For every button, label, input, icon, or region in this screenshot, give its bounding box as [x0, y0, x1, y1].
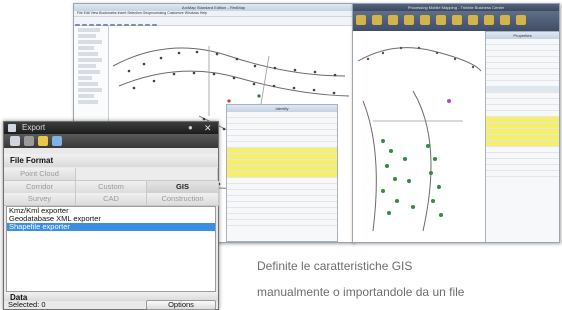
exporter-list[interactable]: Kmz/Kml exporter Geodatabase XML exporte… — [6, 206, 216, 292]
list-item-shapefile-exporter[interactable]: Shapefile exporter — [7, 223, 215, 231]
mapping-canvas[interactable] — [353, 31, 483, 242]
export-dialog-toolbar — [4, 134, 218, 148]
caption-line-2: manualmente o importandole da un file — [257, 285, 465, 299]
ribbon-icon[interactable] — [500, 15, 510, 25]
toolbar — [74, 17, 353, 29]
tab-point-cloud[interactable]: Point Cloud — [4, 168, 76, 181]
tab-empty-slot — [76, 168, 218, 181]
ribbon-icon[interactable] — [420, 15, 430, 25]
grid-icon[interactable] — [10, 136, 20, 146]
export-app-icon — [8, 124, 16, 132]
background-mapping-window: Processing Mobile Mapping - Trimble Busi… — [352, 3, 560, 243]
tab-survey[interactable]: Survey — [4, 193, 76, 206]
ribbon-icon[interactable] — [484, 15, 494, 25]
ribbon-icon[interactable] — [372, 15, 382, 25]
window-title: Processing Mobile Mapping - Trimble Busi… — [353, 4, 559, 11]
tab-construction[interactable]: Construction — [147, 193, 219, 206]
window-title: ArcMap Standard Edition - RedMap — [74, 4, 353, 11]
ribbon-icon[interactable] — [356, 15, 366, 25]
options-button[interactable]: Options — [146, 300, 216, 310]
ribbon-icon[interactable] — [468, 15, 478, 25]
ribbon-icon[interactable] — [404, 15, 414, 25]
file-format-heading: File Format — [4, 154, 218, 167]
ribbon-icon[interactable] — [436, 15, 446, 25]
tab-cad[interactable]: CAD — [76, 193, 147, 206]
ribbon-icon[interactable] — [516, 15, 526, 25]
identify-panel-title: Identify — [227, 105, 337, 112]
properties-panel-title: Properties — [486, 32, 559, 39]
close-icon[interactable]: ✕ — [204, 122, 212, 134]
properties-panel[interactable]: Properties — [485, 31, 559, 242]
identify-panel[interactable]: Identify — [226, 104, 338, 242]
point-cloud-icon[interactable] — [24, 136, 34, 146]
ribbon-icon[interactable] — [388, 15, 398, 25]
layers-icon[interactable] — [52, 136, 62, 146]
export-dialog-titlebar: Export ● ✕ — [4, 122, 218, 134]
export-dialog: Export ● ✕ File Format Point Cloud Corri… — [3, 121, 219, 310]
ribbon-icon[interactable] — [452, 15, 462, 25]
export-dialog-title: Export — [22, 123, 46, 132]
caption-line-1: Definite le caratteristiche GIS — [257, 259, 413, 273]
pin-icon[interactable]: ● — [188, 122, 193, 134]
pin-icon[interactable] — [38, 136, 48, 146]
ribbon-toolbar — [353, 11, 559, 31]
